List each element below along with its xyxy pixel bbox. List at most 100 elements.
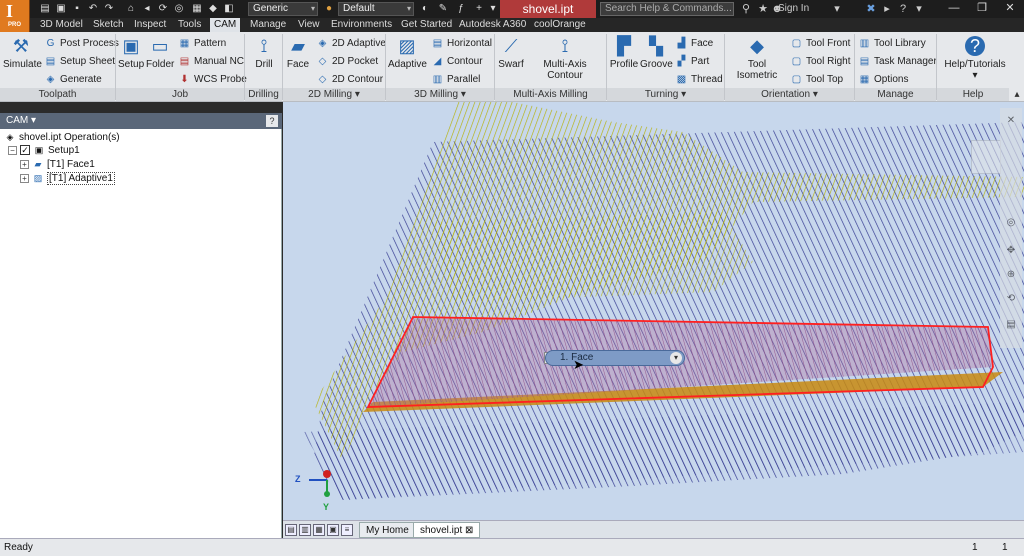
search-input[interactable]: Search Help & Commands... bbox=[600, 2, 734, 16]
chevron-down-icon[interactable]: ▾ bbox=[830, 2, 844, 16]
tab-coolorange[interactable]: coolOrange bbox=[530, 18, 590, 32]
open-icon[interactable]: ▣ bbox=[54, 2, 68, 16]
face-button[interactable]: ▰ Face bbox=[285, 36, 311, 80]
generate-button[interactable]: ◈ Generate bbox=[44, 72, 102, 88]
setup-button[interactable]: ▣ Setup bbox=[118, 36, 144, 80]
2d-contour-button[interactable]: ◇ 2D Contour bbox=[316, 72, 384, 88]
new-file-icon[interactable]: ▤ bbox=[38, 2, 52, 16]
redo-icon[interactable]: ↷ bbox=[102, 2, 116, 16]
panel-title-2d-milling[interactable]: 2D Milling ▾ bbox=[283, 88, 385, 101]
help-tutorials-button[interactable]: ? Help/Tutorials ▾ bbox=[940, 36, 1010, 81]
exchange-icon[interactable]: ✖ bbox=[864, 2, 878, 16]
simulate-button[interactable]: ⚒ Simulate bbox=[3, 36, 42, 80]
measure-icon[interactable]: ◎ bbox=[172, 2, 186, 16]
browser-header[interactable]: CAM ▾ ? bbox=[0, 113, 282, 129]
tool-library-button[interactable]: ▥ Tool Library bbox=[858, 36, 926, 52]
tab-inspect[interactable]: Inspect bbox=[130, 18, 170, 32]
contour-button[interactable]: ◢ Contour bbox=[431, 54, 483, 70]
wcs-probe-button[interactable]: ⬇ WCS Probe bbox=[178, 72, 247, 88]
2d-pocket-button[interactable]: ◇ 2D Pocket bbox=[316, 54, 379, 70]
stay-connected-icon[interactable]: ▸ bbox=[880, 2, 894, 16]
horizontal-button[interactable]: ▤ Horizontal bbox=[431, 36, 492, 52]
tree-adaptive1[interactable]: + ▨ [T1] Adaptive1 bbox=[20, 172, 115, 186]
cascade-icon[interactable]: ▦ bbox=[313, 524, 325, 536]
adjust-icon[interactable]: ✎ bbox=[436, 2, 450, 16]
arrange-icon[interactable]: ▣ bbox=[327, 524, 339, 536]
minimize-icon[interactable]: — bbox=[940, 0, 968, 16]
ribbon-collapse-icon[interactable]: ▴ bbox=[1010, 88, 1024, 102]
tab-environments[interactable]: Environments bbox=[327, 18, 396, 32]
turning-face-button[interactable]: ▟ Face bbox=[675, 36, 714, 52]
ipro-icon[interactable]: ◆ bbox=[206, 2, 220, 16]
home-icon[interactable]: ⌂ bbox=[124, 2, 138, 16]
star-icon[interactable]: ★ bbox=[756, 2, 770, 16]
return-icon[interactable]: ◂ bbox=[140, 2, 154, 16]
appearance-dropdown[interactable]: Default ▾ bbox=[338, 2, 414, 16]
close-icon[interactable]: ✕ bbox=[996, 0, 1024, 16]
tree-setup1[interactable]: − ✓ ▣ Setup1 bbox=[8, 144, 80, 158]
tile-horizontal-icon[interactable]: ▤ bbox=[285, 524, 297, 536]
2d-adaptive-button[interactable]: ◈ 2D Adaptive bbox=[316, 36, 386, 52]
tab-view[interactable]: View bbox=[294, 18, 324, 32]
drill-button[interactable]: ⟟ Drill bbox=[250, 36, 278, 80]
close-tab-icon[interactable]: ⊠ bbox=[465, 525, 473, 536]
material-dropdown[interactable]: Generic ▾ bbox=[248, 2, 318, 16]
multi-axis-contour-button[interactable]: ⟟ Multi-Axis Contour bbox=[526, 36, 604, 81]
close-nav-icon[interactable]: ✕ bbox=[1004, 114, 1018, 128]
tab-3d-model[interactable]: 3D Model bbox=[36, 18, 87, 32]
fx-icon[interactable]: ƒ bbox=[454, 2, 468, 16]
part-button[interactable]: ▞ Part bbox=[675, 54, 710, 70]
manual-nc-button[interactable]: ▤ Manual NC bbox=[178, 54, 244, 70]
clear-appearance-icon[interactable]: ◐ bbox=[418, 2, 432, 16]
tool-top-button[interactable]: ▢ Tool Top bbox=[790, 72, 843, 88]
tab-sketch[interactable]: Sketch bbox=[89, 18, 128, 32]
post-process-button[interactable]: G Post Process bbox=[44, 36, 119, 52]
panel-title-orientation[interactable]: Orientation ▾ bbox=[725, 88, 854, 101]
tab-my-home[interactable]: My Home bbox=[359, 522, 416, 538]
browser-help-icon[interactable]: ? bbox=[266, 115, 278, 127]
pattern-button[interactable]: ▦ Pattern bbox=[178, 36, 226, 52]
maximize-icon[interactable]: ❐ bbox=[968, 0, 996, 16]
expand-icon[interactable]: + bbox=[20, 173, 29, 183]
tile-vertical-icon[interactable]: ▥ bbox=[299, 524, 311, 536]
tab-tools[interactable]: Tools bbox=[174, 18, 205, 32]
thread-button[interactable]: ▩ Thread bbox=[675, 72, 723, 88]
chevron-down-icon[interactable]: ▾ bbox=[912, 2, 926, 16]
select-icon[interactable]: ▦ bbox=[190, 2, 204, 16]
options-button[interactable]: ▦ Options bbox=[858, 72, 909, 88]
tool-right-button[interactable]: ▢ Tool Right bbox=[790, 54, 851, 70]
panel-title-3d-milling[interactable]: 3D Milling ▾ bbox=[386, 88, 494, 101]
properties-icon[interactable]: ◧ bbox=[222, 2, 236, 16]
tab-cam[interactable]: CAM bbox=[210, 18, 241, 32]
tab-autodesk-a360[interactable]: Autodesk A360 bbox=[455, 18, 530, 32]
parallel-button[interactable]: ▥ Parallel bbox=[431, 72, 481, 88]
groove-button[interactable]: ▚ Groove bbox=[640, 36, 673, 80]
tree-root[interactable]: ◈ shovel.ipt Operation(s) bbox=[4, 131, 120, 145]
undo-icon[interactable]: ↶ bbox=[86, 2, 100, 16]
chevron-down-icon[interactable]: ▾ bbox=[670, 352, 682, 364]
sign-in-link[interactable]: Sign In bbox=[778, 2, 809, 16]
folder-button[interactable]: ▭ Folder bbox=[146, 36, 174, 80]
pan-icon[interactable]: ✥ bbox=[1004, 244, 1018, 258]
graphics-viewport[interactable]: Z Y 1. Face ▾ ➤ ✕ ◎ ✥ ⊕ ⟲ ▤ bbox=[283, 102, 1024, 520]
expand-icon[interactable]: + bbox=[20, 159, 29, 169]
task-manager-button[interactable]: ▤ Task Manager bbox=[858, 54, 937, 70]
qat-menu-icon[interactable]: ▾ bbox=[486, 2, 500, 16]
tree-face1[interactable]: + ▰ [T1] Face1 bbox=[20, 158, 95, 172]
help-icon[interactable]: ? bbox=[896, 2, 910, 16]
tab-shovel-ipt[interactable]: shovel.ipt ⊠ bbox=[413, 522, 481, 538]
tab-get-started[interactable]: Get Started bbox=[397, 18, 456, 32]
zoom-icon[interactable]: ⊕ bbox=[1004, 268, 1018, 282]
profile-button[interactable]: ▛ Profile bbox=[609, 36, 639, 80]
save-icon[interactable]: ▪ bbox=[70, 2, 84, 16]
tool-front-button[interactable]: ▢ Tool Front bbox=[790, 36, 851, 52]
look-at-icon[interactable]: ▤ bbox=[1004, 318, 1018, 332]
swarf-button[interactable]: ⟋ Swarf bbox=[497, 36, 525, 80]
visibility-checkbox[interactable]: ✓ bbox=[20, 145, 30, 156]
app-logo[interactable]: I PRO bbox=[0, 0, 30, 32]
tool-isometric-button[interactable]: ◆ Tool Isometric bbox=[727, 36, 787, 81]
full-navigation-wheel-icon[interactable]: ◎ bbox=[1004, 216, 1018, 230]
window-list-icon[interactable]: ≡ bbox=[341, 524, 353, 536]
setup-sheet-button[interactable]: ▤ Setup Sheet bbox=[44, 54, 115, 70]
operation-selector[interactable]: 1. Face ▾ bbox=[545, 350, 685, 366]
